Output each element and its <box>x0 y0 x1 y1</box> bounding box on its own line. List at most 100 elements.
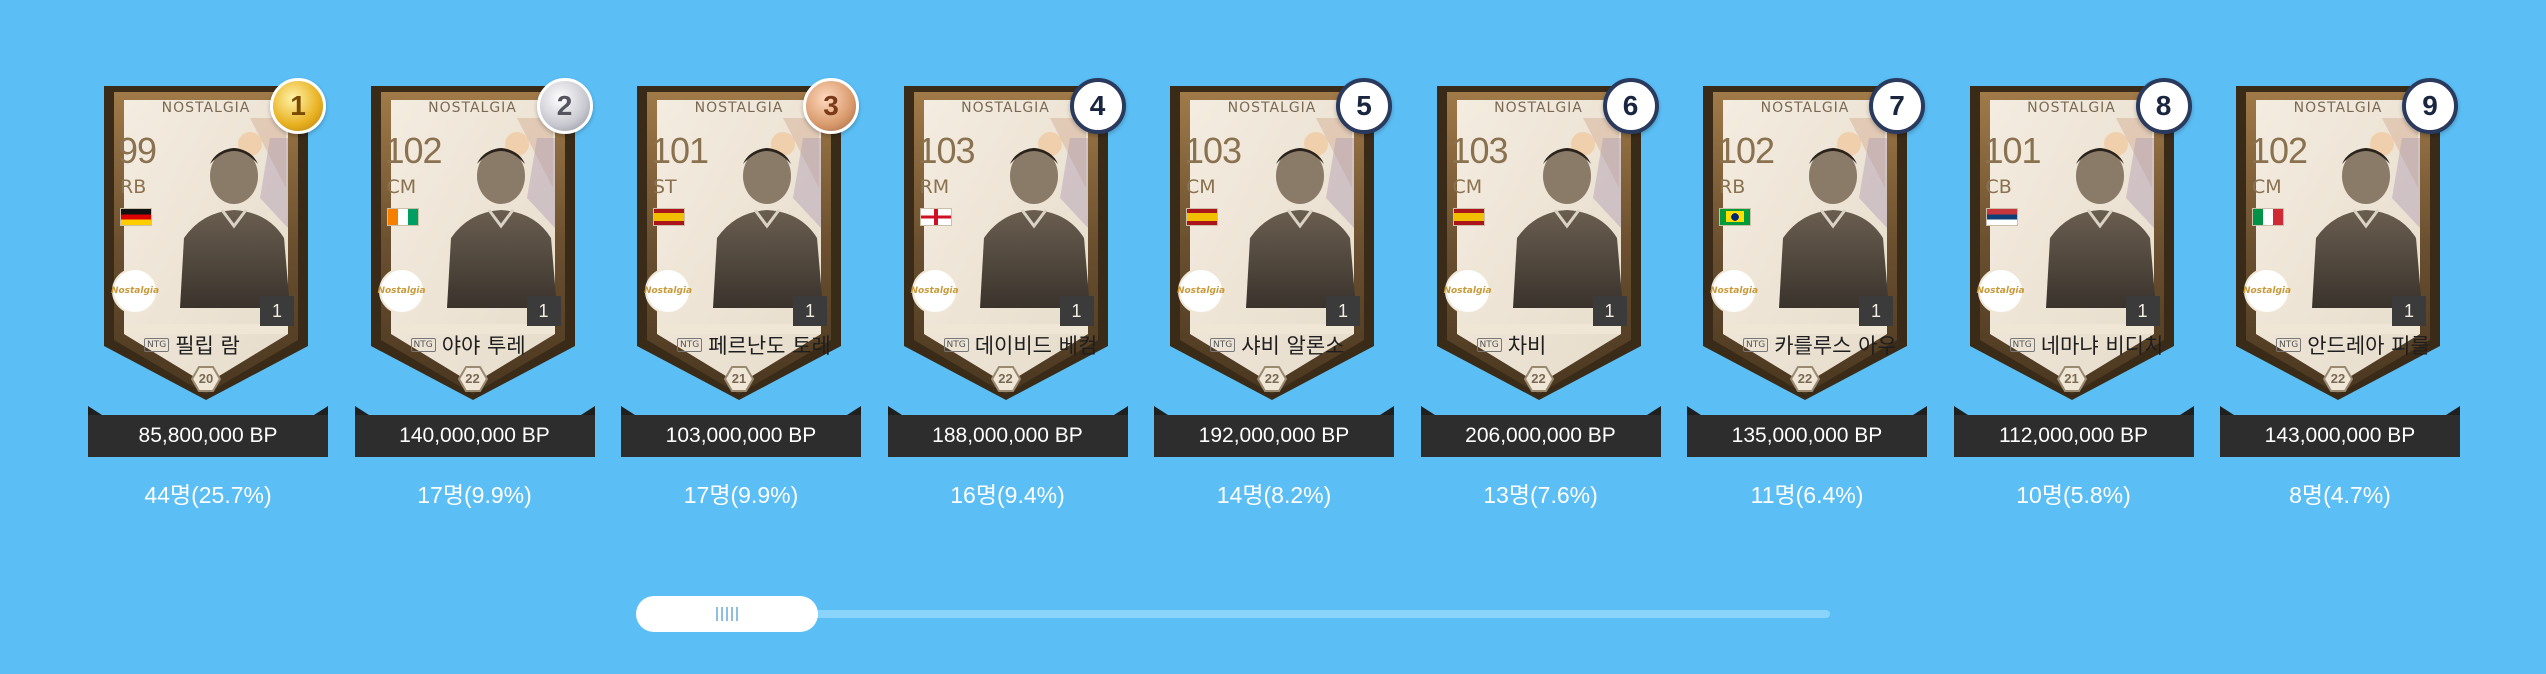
price-bar-wing <box>2220 406 2234 415</box>
rank-badge: 2 <box>536 78 593 134</box>
ntg-season-badge: NTG <box>410 338 436 352</box>
player-name-bar: NTG 차비 <box>1476 330 1629 360</box>
player-name-bar: NTG 필립 람 <box>144 330 296 360</box>
player-name: 네마냐 비디치 <box>2040 334 2162 358</box>
user-count-label: 17명(9.9%) <box>683 482 799 508</box>
nostalgia-logo: Nostalgia <box>377 268 426 314</box>
nostalgia-logo: Nostalgia <box>910 268 959 314</box>
nation-flag-icon <box>919 208 952 226</box>
player-name-bar: NTG 안드레아 피를로 <box>2276 330 2428 360</box>
season-badge: 22 <box>2323 366 2353 392</box>
ntg-season-badge: NTG <box>2009 338 2035 352</box>
ntg-season-badge: NTG <box>144 338 170 352</box>
rank-badge: 9 <box>2402 78 2458 134</box>
player-slot: NOSTALGIA 99 RB Nostalgia 1 NTG 필립 람 20 … <box>88 78 328 518</box>
season-badge: 21 <box>2056 366 2087 392</box>
nostalgia-logo: Nostalgia <box>1443 268 1492 314</box>
price-bar-wing <box>354 406 369 415</box>
user-count-label: 16명(9.4%) <box>950 482 1065 508</box>
user-count-label: 44명(25.7%) <box>144 482 272 508</box>
nostalgia-logo: Nostalgia <box>1976 268 2025 314</box>
player-slot: NOSTALGIA 103 RM Nostalgia 1 NTG 데이비드 베컴… <box>887 78 1128 518</box>
nation-flag-icon <box>1985 208 2018 226</box>
price-bar-wing <box>621 406 635 415</box>
player-portrait <box>180 148 290 308</box>
season-badge: 22 <box>1523 366 1554 392</box>
player-portrait <box>2045 148 2156 308</box>
player-name-bar: NTG 네마냐 비디치 <box>2009 330 2162 360</box>
price-label: 192,000,000 BP <box>1154 415 1394 457</box>
user-count-label: 17명(9.9%) <box>417 482 532 508</box>
price-label: 206,000,000 BP <box>1420 415 1661 457</box>
price-label: 135,000,000 BP <box>1687 415 1927 457</box>
player-ranking-row: NOSTALGIA 99 RB Nostalgia 1 NTG 필립 람 20 … <box>88 78 2488 518</box>
player-name: 필립 람 <box>175 334 240 358</box>
player-slot: NOSTALGIA 102 CM Nostalgia <box>354 78 595 518</box>
rank-badge: 4 <box>1069 78 1126 134</box>
player-name-bar: NTG 데이비드 베컴 <box>943 330 1096 360</box>
position-label: CM <box>1452 176 1483 198</box>
ntg-season-badge: NTG <box>2276 338 2302 352</box>
player-slot: NOSTALGIA 102 RB Nostalgia 1 NTG 카를루스 아우… <box>1687 78 1927 518</box>
user-count-label: 14명(8.2%) <box>1216 482 1332 508</box>
price-label: 85,800,000 BP <box>88 415 328 457</box>
horizontal-scrollbar-track[interactable] <box>640 610 1830 618</box>
nostalgia-logo: Nostalgia <box>111 268 159 314</box>
player-portrait <box>446 148 557 308</box>
price-bar-wing <box>1687 406 1701 415</box>
price-bar-wing <box>580 406 595 415</box>
ntg-season-badge: NTG <box>1743 338 1769 352</box>
player-slot: NOSTALGIA 101 ST Nostalgia 1 NTG 페르난도 토레… <box>621 78 861 518</box>
position-label: CM <box>386 176 417 198</box>
rank-badge: 8 <box>2135 78 2192 134</box>
horizontal-scrollbar-thumb[interactable] <box>636 596 818 632</box>
enhancement-grade: 1 <box>1859 296 1893 326</box>
price-label: 140,000,000 BP <box>354 415 595 457</box>
ntg-season-badge: NTG <box>1210 338 1236 352</box>
player-portrait <box>1512 148 1623 308</box>
player-portrait <box>1246 148 1356 308</box>
player-name: 데이비드 베컴 <box>974 334 1096 358</box>
rank-badge: 1 <box>270 78 326 134</box>
season-badge: 21 <box>724 366 754 392</box>
rank-badge: 3 <box>803 78 859 134</box>
player-portrait <box>2312 148 2422 308</box>
position-label: CM <box>2252 176 2282 198</box>
position-label: RB <box>120 176 147 198</box>
price-bar-wing <box>887 406 902 415</box>
enhancement-grade: 1 <box>1592 296 1627 326</box>
price-bar-wing <box>2446 406 2460 415</box>
nation-flag-icon <box>1719 208 1751 226</box>
player-name: 차비 <box>1507 334 1547 358</box>
overall-rating: 99 <box>118 130 157 171</box>
player-name: 안드레아 피를로 <box>2307 334 2428 358</box>
position-label: CM <box>1186 176 1216 198</box>
grip-line <box>731 607 733 621</box>
nation-flag-icon <box>1186 208 1218 226</box>
price-bar-wing <box>314 406 328 415</box>
nostalgia-logo: Nostalgia <box>2243 268 2291 314</box>
player-name: 카를루스 아우베 <box>1774 334 1895 358</box>
player-slot: NOSTALGIA 103 CM Nostalgia <box>1154 78 1394 518</box>
season-badge: 22 <box>990 366 1021 392</box>
player-name: 샤비 알론소 <box>1241 334 1345 358</box>
player-slot: NOSTALGIA 101 CB Nostalgia 1 NTG 네마냐 비디치… <box>1953 78 2194 518</box>
price-bar-wing <box>88 406 102 415</box>
ntg-season-badge: NTG <box>1476 338 1502 352</box>
price-bar-wing <box>2179 406 2194 415</box>
nostalgia-logo: Nostalgia <box>644 268 692 314</box>
price-label: 103,000,000 BP <box>621 415 861 457</box>
player-name: 페르난도 토레스 <box>708 334 829 358</box>
nation-flag-icon <box>120 208 152 226</box>
nation-flag-icon <box>2252 208 2284 226</box>
grip-line <box>726 607 728 621</box>
enhancement-grade: 1 <box>1059 296 1094 326</box>
price-bar-wing <box>1380 406 1394 415</box>
enhancement-grade: 1 <box>2392 296 2426 326</box>
rank-badge: 6 <box>1602 78 1659 134</box>
player-name-bar: NTG 카를루스 아우베 <box>1743 330 1895 360</box>
price-label: 143,000,000 BP <box>2220 415 2460 457</box>
enhancement-grade: 1 <box>2125 296 2160 326</box>
enhancement-grade: 1 <box>1326 296 1360 326</box>
price-bar-wing <box>1154 406 1168 415</box>
